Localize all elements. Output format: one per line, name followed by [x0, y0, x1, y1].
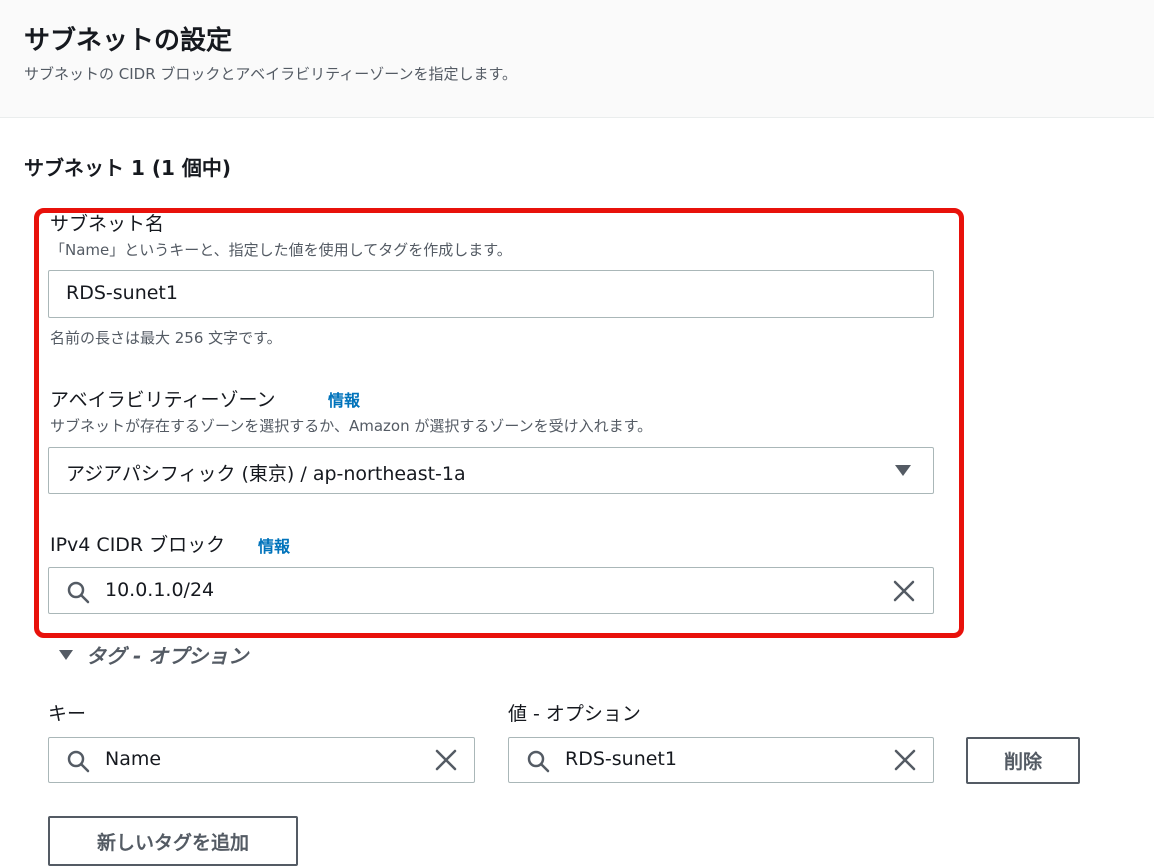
clear-icon[interactable] — [435, 749, 457, 771]
section-header — [0, 0, 1154, 118]
tag-key-input[interactable]: Name — [48, 737, 475, 783]
tag-key-label: キー — [48, 703, 87, 725]
tag-value-value: RDS-sunet1 — [565, 748, 677, 770]
search-icon — [66, 749, 90, 773]
triangle-down-icon — [58, 649, 74, 661]
subnet-heading: サブネット 1 (1 個中) — [24, 156, 232, 180]
remove-tag-button[interactable]: 削除 — [966, 737, 1080, 784]
tags-expander[interactable]: タグ - オプション — [58, 640, 248, 669]
page-title: サブネットの設定 — [24, 26, 233, 56]
tags-expander-label: タグ - オプション — [86, 644, 249, 668]
search-icon — [526, 749, 550, 773]
tag-value-input[interactable]: RDS-sunet1 — [508, 737, 934, 783]
tag-key-value: Name — [105, 748, 162, 770]
highlight-box — [34, 208, 964, 638]
page-subtitle: サブネットの CIDR ブロックとアベイラビリティーゾーンを指定します。 — [24, 65, 517, 83]
clear-icon[interactable] — [894, 749, 916, 771]
add-tag-button[interactable]: 新しいタグを追加 — [48, 816, 298, 866]
tag-value-label: 値 - オプション — [508, 703, 641, 725]
